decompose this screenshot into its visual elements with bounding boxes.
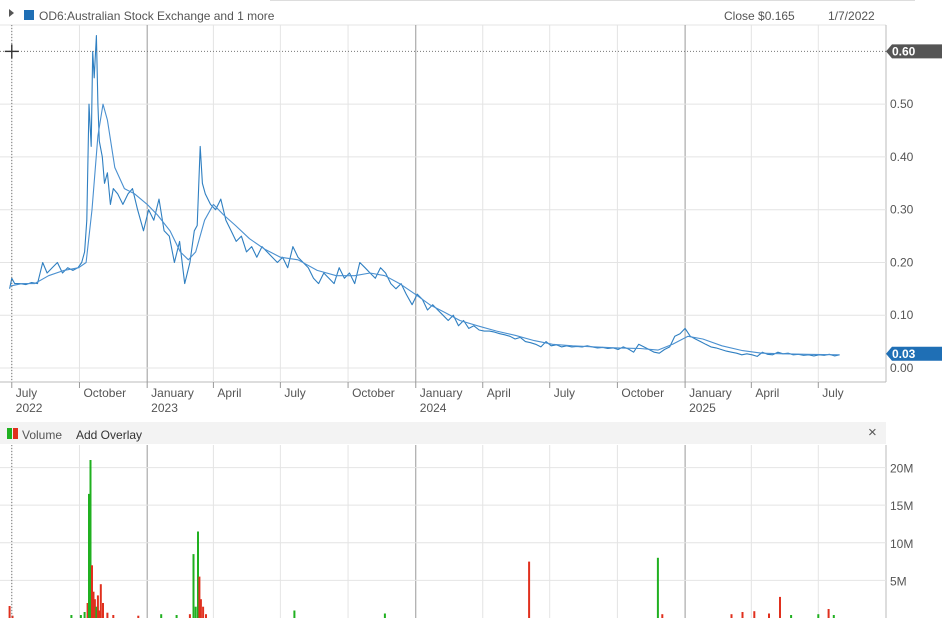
x-tick-label: January <box>420 386 463 400</box>
x-tick-year: 2024 <box>420 401 447 415</box>
add-overlay-button[interactable]: Add Overlay <box>76 428 142 442</box>
x-tick-label: October <box>83 386 126 400</box>
volume-bar <box>99 584 102 618</box>
volume-icon <box>7 428 18 439</box>
x-tick-label: October <box>621 386 664 400</box>
volume-bar <box>768 613 770 618</box>
volume-bar <box>817 614 820 618</box>
x-tick-label: January <box>151 386 194 400</box>
x-tick-label: April <box>755 386 779 400</box>
x-tick-label: July <box>554 386 575 400</box>
volume-y-tick-label: 5M <box>890 574 907 588</box>
volume-bar <box>192 554 195 618</box>
price-y-tick-label: 0.10 <box>890 308 914 322</box>
x-tick-label: April <box>487 386 511 400</box>
volume-bar <box>779 596 781 618</box>
volume-bar <box>199 599 202 618</box>
volume-bar <box>383 613 386 618</box>
volume-bar <box>102 603 104 618</box>
volume-panel-header: Volume Add Overlay × <box>0 422 886 444</box>
price-y-tick-label: 0.40 <box>890 150 914 164</box>
volume-bar <box>753 611 756 618</box>
volume-bar <box>160 614 163 618</box>
volume-y-tick-label: 15M <box>890 499 913 513</box>
x-tick-label: July <box>822 386 843 400</box>
x-tick-label: October <box>352 386 395 400</box>
crosshair-price-marker: 0.60 <box>892 44 916 58</box>
price-y-tick-label: 0.50 <box>890 97 914 111</box>
price-y-tick-label: 0.20 <box>890 255 914 269</box>
volume-bar <box>293 610 296 618</box>
volume-bar <box>194 606 197 618</box>
volume-bar <box>205 614 207 618</box>
price-volume-chart[interactable]: July2022October January2023April July Octob… <box>0 0 951 618</box>
volume-title: Volume <box>22 428 63 442</box>
volume-y-tick-label: 10M <box>890 537 913 551</box>
crosshair: 0.60 0.03 <box>0 25 942 618</box>
x-tick-label: April <box>217 386 241 400</box>
volume-bar <box>741 612 744 618</box>
close-volume-icon[interactable]: × <box>868 424 877 441</box>
volume-bar <box>661 614 664 618</box>
price-y-tick-label: 0.00 <box>890 361 914 375</box>
x-tick-label: July <box>284 386 305 400</box>
price-grid <box>0 24 887 383</box>
price-series <box>9 35 840 357</box>
x-tick-label: January <box>689 386 732 400</box>
price-line <box>9 35 840 357</box>
x-tick-year: 2022 <box>16 401 43 415</box>
volume-bar <box>188 614 191 618</box>
volume-grid <box>0 445 887 618</box>
volume-bar <box>656 557 659 618</box>
volume-bar <box>730 614 733 618</box>
x-tick-year: 2023 <box>151 401 178 415</box>
price-y-tick-label: 0.30 <box>890 203 914 217</box>
last-price-marker: 0.03 <box>892 347 916 361</box>
volume-bar <box>202 606 205 618</box>
volume-bar <box>106 612 109 618</box>
volume-bar <box>8 606 11 618</box>
x-tick-year: 2025 <box>689 401 716 415</box>
volume-bar <box>827 609 830 618</box>
volume-bar <box>528 561 531 618</box>
x-tick-label: July <box>16 386 37 400</box>
volume-y-tick-label: 20M <box>890 462 913 476</box>
volume-bars <box>8 460 835 618</box>
moving-average-line <box>9 103 840 356</box>
volume-bar <box>83 612 86 618</box>
